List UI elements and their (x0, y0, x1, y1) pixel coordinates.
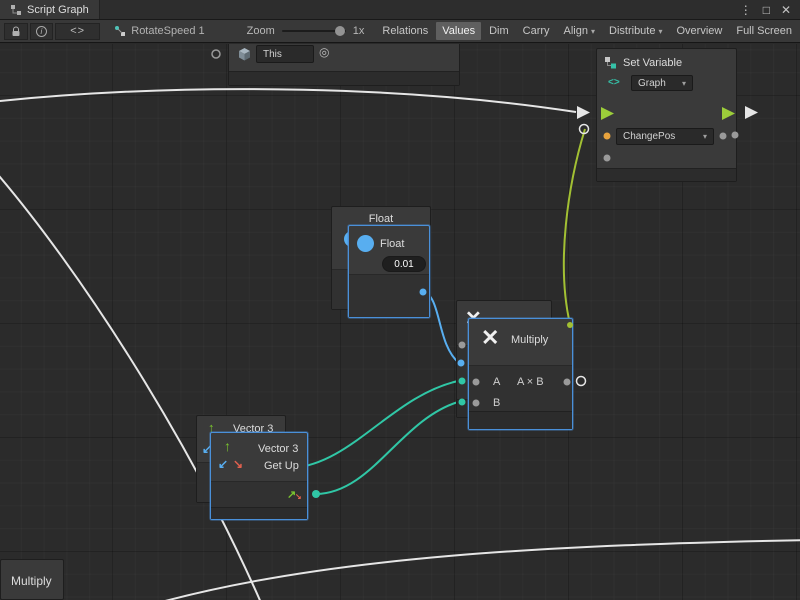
zoom-control: Zoom 1x (247, 25, 365, 37)
maximize-icon[interactable]: □ (763, 3, 770, 17)
node-title: Multiply (511, 334, 548, 346)
scope-dropdown[interactable]: Graph ▾ (631, 75, 693, 91)
distribute-dropdown-button[interactable]: Distribute▾ (603, 22, 668, 40)
variable-name-dropdown[interactable]: ChangePos ▾ (616, 128, 714, 145)
node-title: Vector 3 (258, 443, 298, 455)
wire-white-diagonal[interactable] (0, 170, 262, 600)
object-picker-icon[interactable]: ◎ (319, 45, 329, 59)
node-title: Set Variable (623, 57, 682, 69)
wire-control-flow-top[interactable] (0, 89, 576, 112)
port-getup-output[interactable] (312, 490, 320, 498)
port-variable-value-input[interactable] (604, 133, 611, 140)
graph-toolbar: i <> RotateSpeed 1 Zoom 1x Relations Val… (0, 20, 800, 43)
view-options: Relations Values Dim Carry Align▾ Distri… (376, 22, 798, 40)
zoom-label: Zoom (247, 25, 275, 37)
window-menu-icon[interactable]: ⋮ (740, 3, 752, 17)
float-value-field[interactable]: 0.01 (382, 256, 426, 272)
arrow-down-right-icon: ↘ (233, 457, 243, 471)
lock-button[interactable] (4, 23, 28, 40)
zoom-slider[interactable] (282, 30, 346, 32)
node-body (349, 274, 429, 317)
chevron-down-icon: ▾ (658, 27, 662, 36)
node-title: Float (332, 207, 430, 225)
node-float-front[interactable]: Float 0.01 (348, 225, 430, 318)
wire-vector3-to-multiply-a[interactable] (292, 381, 458, 468)
port-label-b: B (493, 397, 500, 409)
port-multiply-result-ring[interactable] (577, 377, 586, 386)
port-this-self[interactable] (212, 50, 220, 58)
node-footer (597, 168, 736, 181)
node-footer (211, 507, 307, 519)
align-dropdown-button[interactable]: Align▾ (558, 22, 601, 40)
port-multiply-result-output[interactable] (564, 379, 571, 386)
tab-title: Script Graph (27, 4, 89, 16)
chevron-down-icon: ▾ (591, 27, 595, 36)
overview-button[interactable]: Overview (671, 22, 729, 40)
zoom-value: 1x (353, 25, 365, 37)
dim-button[interactable]: Dim (483, 22, 515, 40)
code-icon: <> (70, 25, 85, 37)
port-fallback-input[interactable] (604, 155, 611, 162)
fullscreen-button[interactable]: Full Screen (730, 22, 798, 40)
relations-button[interactable]: Relations (376, 22, 434, 40)
wire-vector3-to-multiply-b[interactable] (316, 402, 458, 494)
values-button[interactable]: Values (436, 22, 481, 40)
carry-button[interactable]: Carry (517, 22, 556, 40)
node-footer (469, 411, 572, 429)
node-operation: Get Up (264, 460, 299, 472)
tab-bar: Script Graph ⋮ □ ✕ (0, 0, 800, 20)
info-icon: i (36, 26, 47, 37)
info-button[interactable]: i (30, 23, 54, 40)
node-footer (229, 71, 459, 85)
arrow-down-right-icon: ↘ (295, 492, 302, 501)
flow-arrow-out-white (745, 106, 758, 119)
node-title: Multiply (11, 574, 52, 588)
zoom-slider-handle[interactable] (335, 26, 345, 36)
script-graph-icon (10, 4, 22, 16)
arrow-up-icon: ↑ (224, 438, 231, 454)
port-label-a: A (493, 376, 500, 388)
port-float-output[interactable] (420, 289, 427, 296)
port-multiply-a-input[interactable] (473, 379, 480, 386)
wire-white-bottom[interactable] (140, 540, 800, 600)
node-multiply-front[interactable]: ✕ Multiply A A × B B (468, 318, 573, 430)
graph-scope-icon: <> (608, 77, 620, 88)
node-set-variable[interactable]: Set Variable <> Graph ▾ ChangePos ▾ (596, 48, 737, 182)
node-title: Float (380, 238, 404, 250)
code-view-button[interactable]: <> (55, 23, 100, 40)
wire-multiply-to-setvariable[interactable] (564, 129, 585, 324)
multiply-icon: ✕ (481, 327, 499, 349)
set-variable-icon (604, 56, 617, 69)
arrow-down-left-icon: ↙ (218, 457, 228, 471)
chevron-down-icon: ▾ (703, 132, 707, 141)
script-graph-asset-icon (114, 25, 126, 37)
chevron-down-icon: ▾ (682, 79, 686, 88)
tabbar-spacer (100, 0, 731, 19)
port-variable-value-output[interactable] (720, 133, 727, 140)
port-multiply-b-input[interactable] (473, 400, 480, 407)
node-this-group[interactable]: This ◎ (228, 44, 460, 86)
port-setvariable-value-ring[interactable] (580, 125, 589, 134)
tab-script-graph[interactable]: Script Graph (0, 0, 100, 19)
node-multiply-corner[interactable]: Multiply (0, 559, 64, 600)
graph-breadcrumb[interactable]: RotateSpeed 1 (114, 25, 204, 37)
this-object-field[interactable]: This (256, 45, 314, 63)
float-type-icon (357, 235, 374, 252)
cube-icon (237, 47, 252, 62)
graph-canvas[interactable]: This ◎ Set Variable <> Graph ▾ ChangePos… (0, 44, 800, 600)
close-icon[interactable]: ✕ (781, 3, 791, 17)
unity-visual-scripting-window: Script Graph ⋮ □ ✕ i <> R (0, 0, 800, 600)
node-vector3-get-up[interactable]: ↑ ↙ ↘ Vector 3 Get Up ↗ ↘ (210, 432, 308, 520)
flow-arrow-in-white (577, 106, 590, 119)
output-label-axb: A × B (517, 376, 544, 388)
graph-name-label: RotateSpeed 1 (131, 25, 204, 37)
lock-icon (11, 26, 21, 37)
node-body (469, 365, 572, 411)
